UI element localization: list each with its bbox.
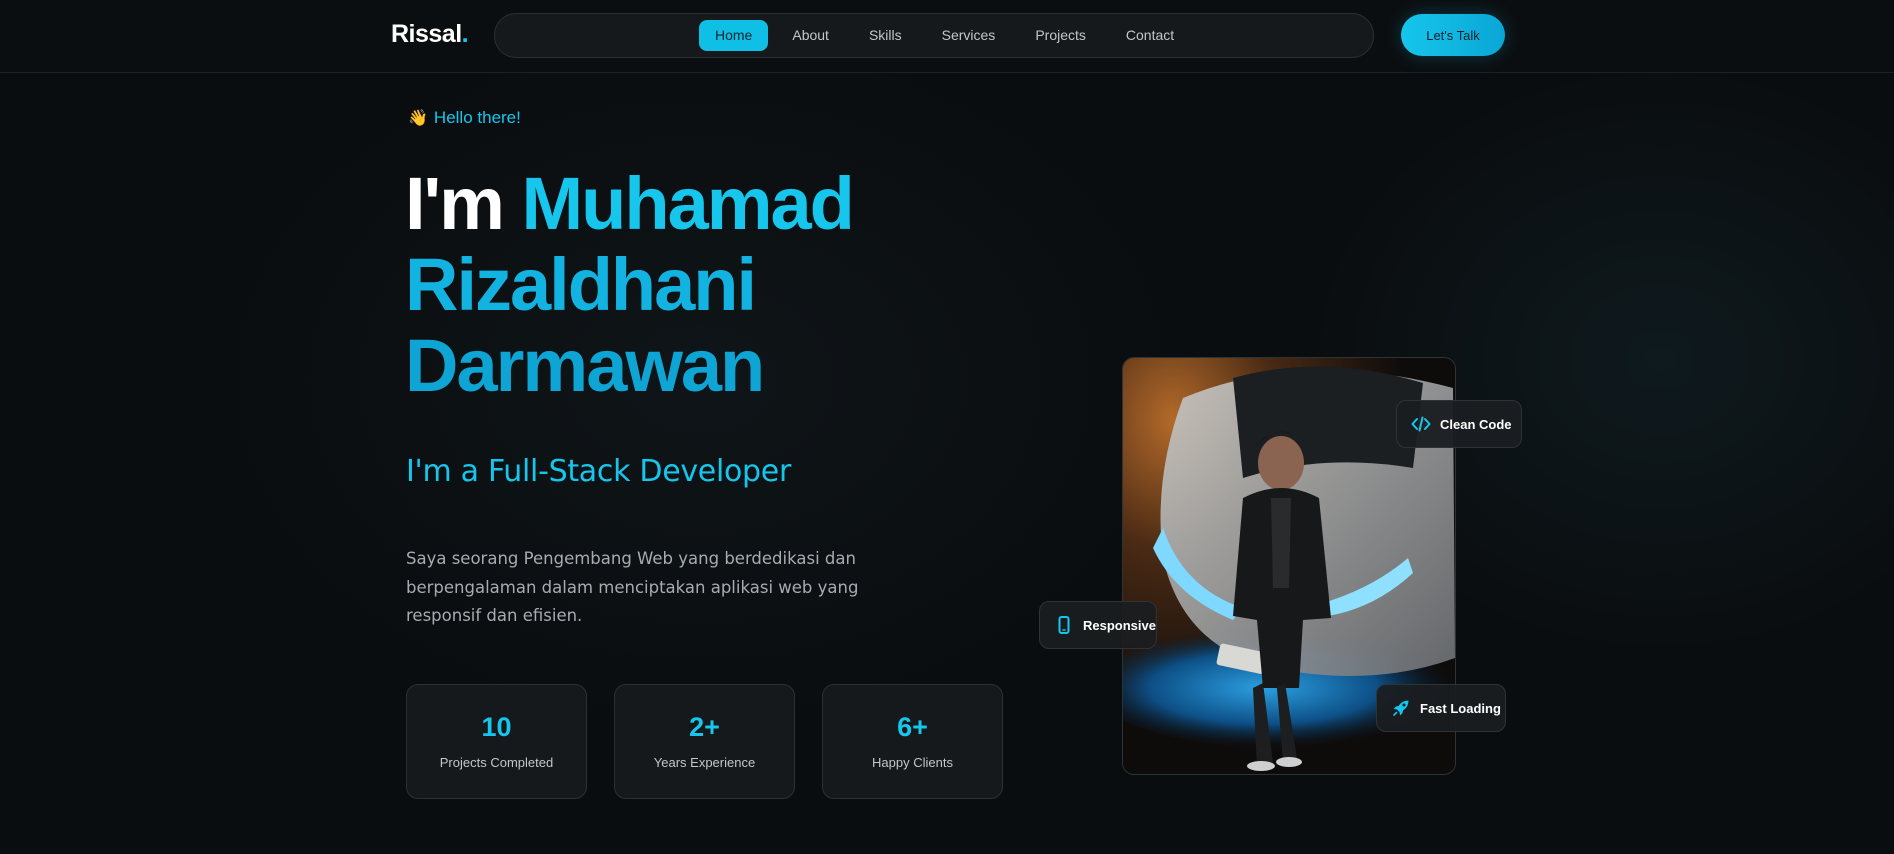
hero-title: I'm Muhamad Rizaldhani Darmawan [405,162,855,407]
badge-label: Fast Loading [1420,700,1501,716]
main-nav: Home About Skills Services Projects Cont… [494,13,1374,58]
site-header: Rissal. Home About Skills Services Proje… [0,0,1894,73]
badge-label: Responsive [1083,617,1156,633]
nav-item-about[interactable]: About [776,20,845,51]
greeting-text: Hello there! [433,108,521,127]
hero-description: Saya seorang Pengembang Web yang berdedi… [406,549,859,625]
stats: 10 Projects Completed 2+ Years Experienc… [406,684,1003,799]
badge-fast-loading: Fast Loading [1376,684,1506,732]
stat-value: 6+ [897,712,928,742]
badge-label: Clean Code [1440,416,1512,432]
stat-label: Years Experience [653,755,756,770]
page: Rissal. Home About Skills Services Proje… [0,0,1894,854]
nav-item-skills[interactable]: Skills [853,20,918,51]
waving-hand-icon: 👋 [408,110,428,127]
mobile-icon [1054,615,1074,635]
name-middle: Rizaldhani [405,243,757,326]
logo[interactable]: Rissal. [391,20,469,49]
logo-text: Rissal [391,20,462,48]
nav-item-contact[interactable]: Contact [1110,20,1190,51]
nav-items: Home About Skills Services Projects Cont… [699,20,1190,51]
badge-responsive: Responsive [1039,601,1157,649]
rocket-icon [1391,698,1411,718]
greeting: 👋 Hello there! [408,108,521,128]
badge-clean-code: Clean Code [1396,400,1522,448]
logo-dot: . [461,20,469,48]
nav-item-services[interactable]: Services [926,20,1012,51]
stat-card-clients: 6+ Happy Clients [822,684,1003,799]
nav-item-home[interactable]: Home [699,20,769,51]
stat-value: 10 [481,712,512,742]
stat-card-projects: 10 Projects Completed [406,684,587,799]
stat-label: Happy Clients [872,755,953,770]
stat-card-experience: 2+ Years Experience [614,684,795,799]
stat-value: 2+ [689,712,720,742]
title-prefix: I'm [405,162,505,245]
lets-talk-button[interactable]: Let's Talk [1401,14,1505,56]
name-last: Darmawan [405,324,765,407]
role-subtitle: I'm a Full-Stack Developer [406,454,791,489]
name-first: Muhamad [521,162,855,245]
stat-label: Projects Completed [439,755,554,770]
code-icon [1411,414,1431,434]
nav-item-projects[interactable]: Projects [1019,20,1102,51]
